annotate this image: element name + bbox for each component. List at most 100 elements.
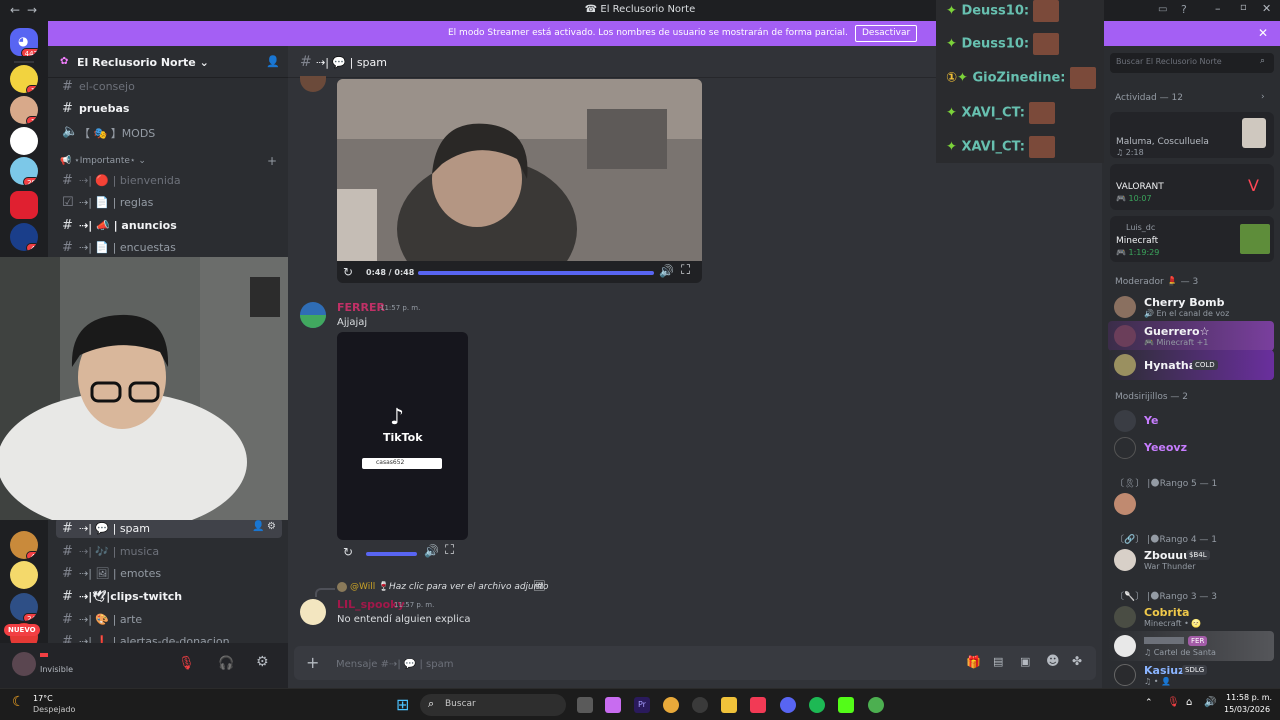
- chevron-up-icon[interactable]: ⌃: [1145, 698, 1153, 708]
- member-group-header: 〔🥄〕 |🌑Rango 3 — 3: [1115, 592, 1218, 602]
- member-row[interactable]: Hynathal COLD: [1108, 350, 1274, 380]
- weather-icon[interactable]: ☾: [12, 694, 25, 710]
- channel-item[interactable]: # ⇢| ❗ | alertas-de-donacion: [56, 631, 282, 643]
- minimize-icon[interactable]: –: [1215, 2, 1221, 15]
- channel-item[interactable]: # ⇢| 🖼 | emotes: [56, 563, 282, 583]
- mute-mic-icon[interactable]: 🎙: [178, 656, 195, 671]
- member-row[interactable]: Guerrero☆ 🎮 Minecraft +1: [1108, 321, 1274, 351]
- channel-item[interactable]: # pruebas: [56, 98, 282, 118]
- settings-gear-icon[interactable]: ⚙: [256, 654, 269, 670]
- fullscreen-icon[interactable]: ⛶: [681, 263, 690, 278]
- reply-author[interactable]: @Will 🍷: [350, 582, 389, 592]
- member-row[interactable]: [1108, 489, 1274, 519]
- microphone-icon[interactable]: 🎙: [1167, 697, 1180, 708]
- help-icon[interactable]: ?: [1181, 3, 1187, 16]
- server-icon[interactable]: 4: [10, 223, 38, 251]
- emoji-icon[interactable]: ☻: [1046, 654, 1060, 669]
- avatar[interactable]: [300, 302, 326, 328]
- start-menu-icon[interactable]: ⊞: [396, 695, 409, 714]
- clock-date[interactable]: 15/03/2026: [1224, 705, 1270, 714]
- avatar[interactable]: [12, 652, 36, 676]
- premiere-icon[interactable]: Pr: [634, 697, 650, 713]
- channel-item[interactable]: # ⇢|🕊|clips-twitch: [56, 586, 282, 606]
- tiktok-video[interactable]: ♪ TikTok casas652: [337, 332, 468, 540]
- member-row[interactable]: Cobrita Minecraft • 🌝: [1108, 602, 1274, 632]
- task-view-icon[interactable]: [577, 697, 593, 713]
- activity-card[interactable]: Luis_dc Minecraft 🎮 1:19:29: [1110, 216, 1274, 262]
- discord-icon[interactable]: [780, 697, 796, 713]
- inbox-icon[interactable]: ▭: [1158, 4, 1167, 15]
- server-header[interactable]: ✿ El Reclusorio Norte ⌄ 👤: [48, 46, 288, 78]
- close-window-icon[interactable]: ✕: [1262, 2, 1271, 15]
- gift-icon[interactable]: 🎁: [966, 655, 981, 669]
- server-icon[interactable]: 4: [10, 531, 38, 559]
- member-row[interactable]: FER ♫ Cartel de Santa: [1108, 631, 1274, 661]
- server-icon[interactable]: 1: [10, 65, 38, 93]
- reply-text[interactable]: Haz clic para ver el archivo adjunto: [389, 582, 549, 592]
- channel-item[interactable]: # ⇢| 🎨 | arte: [56, 609, 282, 629]
- spotify-icon[interactable]: [809, 697, 825, 713]
- channel-item[interactable]: # ⇢| 🔴 | bienvenida: [56, 170, 282, 190]
- copilot-icon[interactable]: [605, 697, 621, 713]
- disable-streamer-button[interactable]: Desactivar: [855, 25, 918, 42]
- member-row[interactable]: Ye: [1108, 406, 1274, 436]
- channel-item[interactable]: # ⇢| 📄 | encuestas: [56, 237, 282, 257]
- channel-item-active[interactable]: # ⇢| 💬 | spam 👤 ⚙: [56, 518, 282, 538]
- add-channel-icon[interactable]: +: [267, 154, 277, 168]
- weather-desc[interactable]: Despejado: [33, 705, 75, 714]
- add-attachment-icon[interactable]: +: [306, 653, 319, 672]
- member-row[interactable]: Kasiuz SDLG ♫ • 👤: [1108, 660, 1274, 690]
- server-icon[interactable]: 1: [10, 96, 38, 124]
- folder-icon[interactable]: [721, 697, 737, 713]
- chrome-profile-icon[interactable]: [868, 697, 884, 713]
- progress-bar[interactable]: [418, 271, 654, 275]
- channel-item[interactable]: # el-consejo: [56, 76, 282, 96]
- server-icon[interactable]: [10, 561, 38, 589]
- volume-icon[interactable]: 🔊: [1204, 697, 1216, 708]
- channel-item[interactable]: # ⇢| 🎶 | musica: [56, 541, 282, 561]
- message-author[interactable]: FERRER: [337, 301, 385, 314]
- member-row[interactable]: Cherry Bomb 🔊 En el canal de voz: [1108, 292, 1274, 322]
- avatar[interactable]: [300, 599, 326, 625]
- voice-channel-item[interactable]: 🔈 【 🎭 】MODS: [56, 121, 282, 141]
- direct-messages-icon[interactable]: ◕ 442: [10, 28, 38, 56]
- steam-icon[interactable]: [692, 697, 708, 713]
- chevron-right-icon[interactable]: ›: [1261, 92, 1265, 102]
- wifi-icon[interactable]: ⌂: [1186, 697, 1192, 708]
- volume-icon[interactable]: 🔊: [424, 544, 439, 558]
- avatar[interactable]: [300, 76, 326, 92]
- replay-icon[interactable]: ↻: [343, 265, 353, 279]
- video-attachment[interactable]: ↻ 0:48 / 0:48 🔊 ⛶: [337, 79, 702, 283]
- category-header[interactable]: 📢 ⋆Importante⋆ ⌄: [60, 156, 146, 166]
- replay-icon[interactable]: ↻: [343, 545, 353, 559]
- server-icon[interactable]: [10, 127, 38, 155]
- sticker-icon[interactable]: ▣: [1020, 655, 1030, 668]
- channel-item[interactable]: ☑ ⇢| 📄 | reglas: [56, 192, 282, 212]
- message-input[interactable]: [336, 657, 856, 671]
- clock-time[interactable]: 11:58 p. m.: [1226, 693, 1272, 702]
- deafen-icon[interactable]: 🎧: [218, 656, 234, 671]
- search-box[interactable]: Buscar El Reclusorio Norte ⌕: [1110, 53, 1274, 73]
- activity-card[interactable]: Maluma, Cosculluela ♫ 2:18: [1110, 112, 1274, 158]
- member-row[interactable]: Zbouuu $B4L War Thunder: [1108, 545, 1274, 575]
- weather-temp[interactable]: 17°C: [33, 694, 53, 703]
- server-icon[interactable]: 29: [10, 157, 38, 185]
- server-icon[interactable]: 24: [10, 593, 38, 621]
- invite-icon[interactable]: 👤: [266, 55, 280, 68]
- kick-icon[interactable]: [838, 697, 854, 713]
- fullscreen-icon[interactable]: ⛶: [445, 543, 454, 558]
- music-icon[interactable]: [750, 697, 766, 713]
- maximize-icon[interactable]: ▫: [1240, 2, 1247, 13]
- apps-icon[interactable]: ✤: [1072, 654, 1082, 668]
- gif-icon[interactable]: ▤: [993, 655, 1003, 668]
- channel-item[interactable]: # ⇢| 📣 | anuncios: [56, 215, 282, 235]
- server-name[interactable]: El Reclusorio Norte ⌄: [77, 56, 209, 69]
- activity-card[interactable]: VALORANT 🎮 10:07 V: [1110, 164, 1274, 210]
- member-row[interactable]: Yeeovz: [1108, 433, 1274, 463]
- volume-slider[interactable]: [366, 552, 417, 556]
- volume-icon[interactable]: 🔊: [659, 264, 674, 278]
- search-bar[interactable]: ⌕ Buscar: [420, 694, 566, 716]
- server-icon[interactable]: [10, 191, 38, 219]
- close-banner-icon[interactable]: ✕: [1258, 26, 1268, 40]
- chrome-icon[interactable]: [663, 697, 679, 713]
